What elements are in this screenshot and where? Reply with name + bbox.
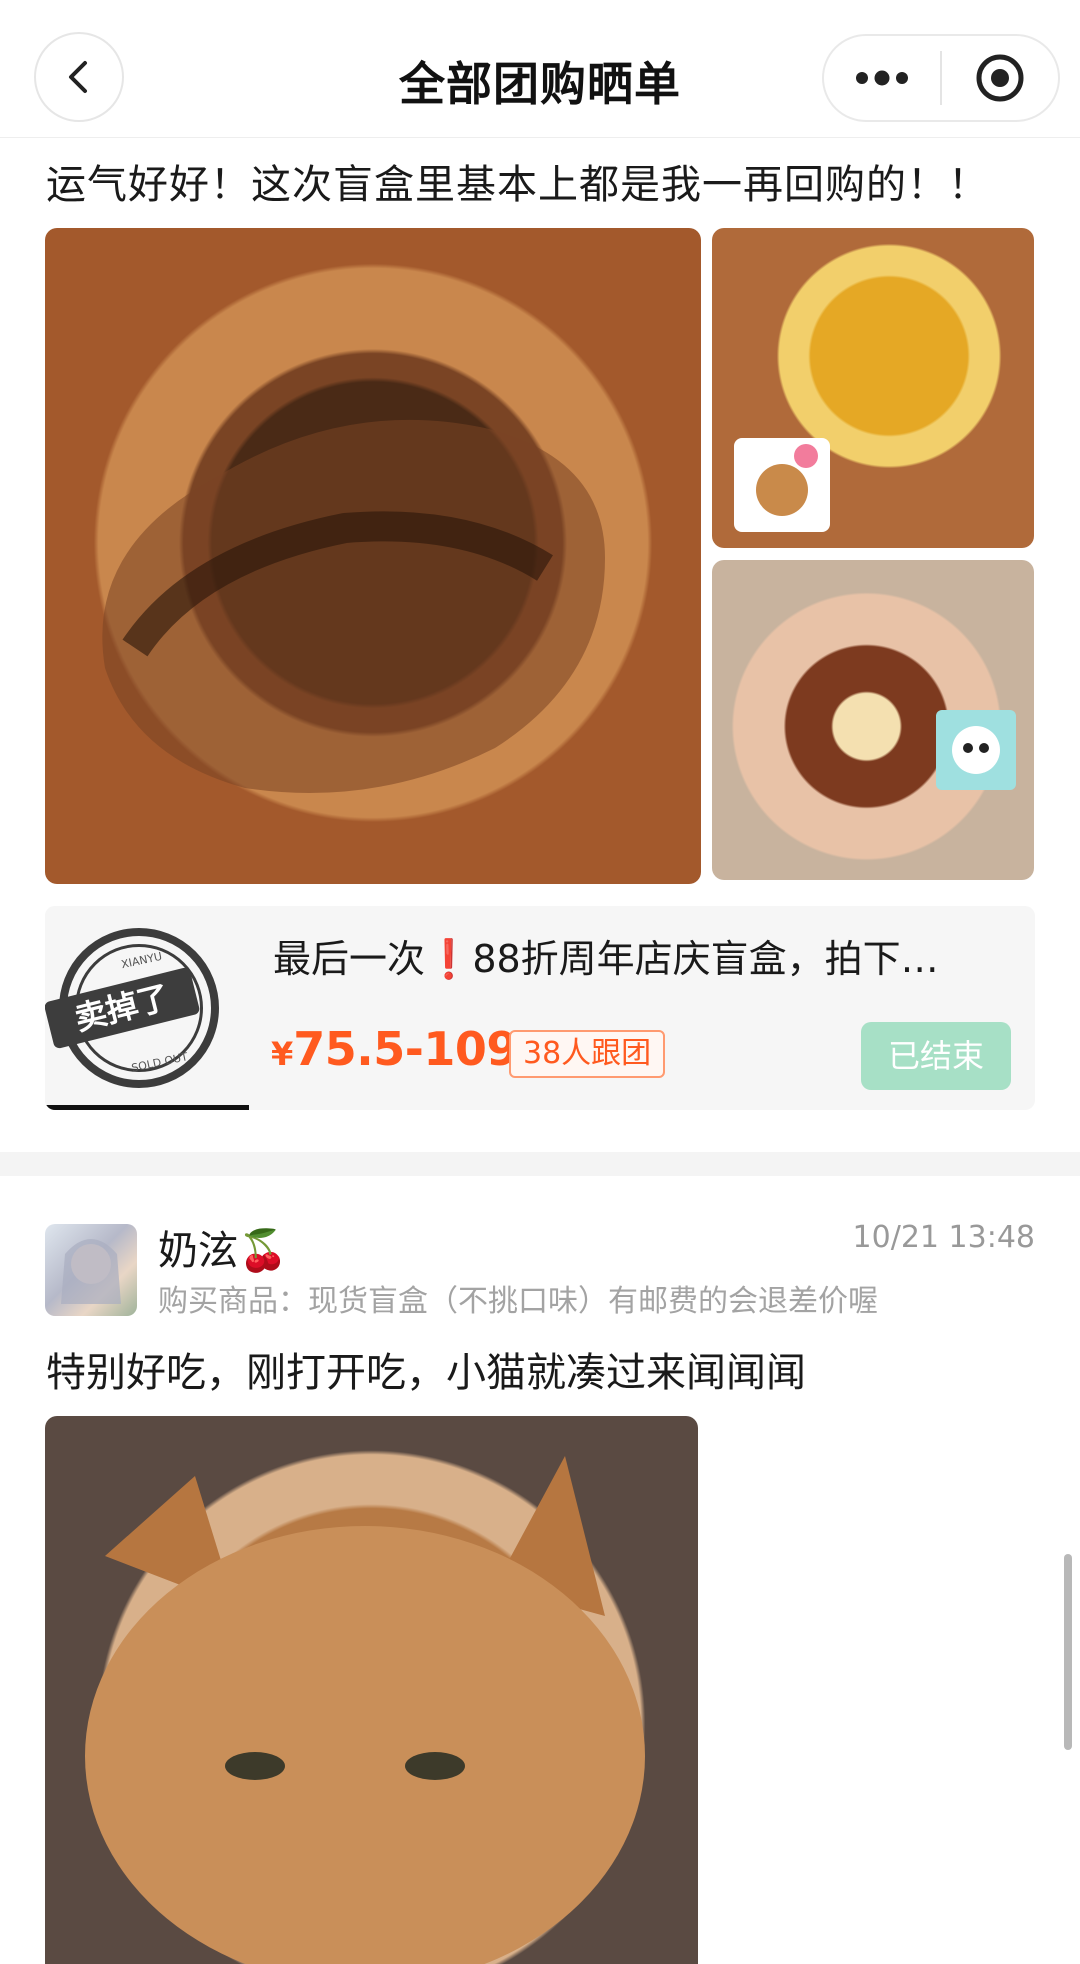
mini-program-capsule (822, 34, 1060, 122)
sticker-puppy-icon (936, 710, 1016, 790)
sticker-dog-icon (734, 438, 830, 532)
nav-header: 全部团购晒单 (0, 0, 1080, 138)
avatar[interactable] (45, 1224, 137, 1316)
post-photo-3[interactable] (712, 560, 1034, 880)
post-timestamp: 10/21 13:48 (852, 1220, 1035, 1255)
price-currency: ¥ (271, 1035, 294, 1073)
target-circle-icon (976, 54, 1024, 102)
photo-cat (85, 1456, 645, 1964)
post-photo-main[interactable] (45, 228, 701, 884)
product-title: 最后一次❗️88折周年店庆盲盒，拍下… (273, 937, 939, 981)
photo-bread-sandwich (102, 419, 606, 793)
product-thumbnail: XIANYU 卖掉了 SOLD OUT (45, 906, 249, 1110)
post-text-2: 特别好吃，刚打开吃，小猫就凑过来闻闻闻 (46, 1350, 806, 1396)
price-range: 75.5-109 (293, 1022, 518, 1076)
post-photo-cat[interactable] (45, 1416, 698, 1964)
ended-status-button[interactable]: 已结束 (861, 1022, 1011, 1090)
username[interactable]: 奶泫🍒 (158, 1218, 288, 1276)
avatar-image (61, 1239, 121, 1304)
more-button[interactable] (824, 36, 940, 120)
product-price: ¥75.5-109 (271, 1022, 518, 1076)
purchase-info: 购买商品：现货盲盒（不挑口味）有邮费的会退差价喔 (158, 1284, 878, 1319)
scrollbar[interactable] (1064, 1554, 1072, 1750)
post-text: 运气好好！这次盲盒里基本上都是我一再回购的！！ (46, 162, 989, 208)
post-photo-2[interactable] (712, 228, 1034, 548)
page: 全部团购晒单 运气好好！这次盲盒里基本上都是我一再回购的！！ XIANYU 卖掉… (0, 0, 1080, 1964)
close-program-button[interactable] (942, 36, 1058, 120)
section-divider (0, 1152, 1080, 1176)
group-count-badge: 38人跟团 (509, 1030, 666, 1078)
product-card[interactable]: XIANYU 卖掉了 SOLD OUT 最后一次❗️88折周年店庆盲盒，拍下… … (45, 906, 1035, 1110)
more-dots-icon (856, 70, 908, 86)
